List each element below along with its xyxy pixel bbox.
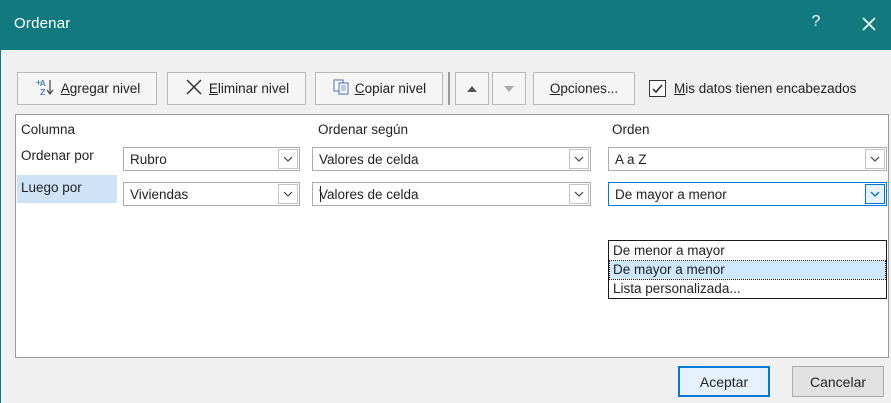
column-header-sort-on: Ordenar según <box>318 122 409 137</box>
chevron-down-icon[interactable] <box>569 149 589 169</box>
close-button[interactable] <box>856 11 882 37</box>
row2-sort-on-select[interactable]: Valores de celda <box>312 182 591 206</box>
dropdown-option-ascending[interactable]: De menor a mayor <box>610 242 885 260</box>
copy-level-button[interactable]: Copiar nivel <box>315 72 443 105</box>
copy-icon <box>332 78 350 99</box>
move-up-button[interactable] <box>455 72 489 105</box>
row2-column-select[interactable]: Viviendas <box>123 182 300 206</box>
dropdown-option-descending[interactable]: De mayor a menor <box>609 260 886 280</box>
svg-text:Z: Z <box>40 88 46 97</box>
chevron-down-icon[interactable] <box>865 184 885 204</box>
column-header-column: Columna <box>21 122 76 137</box>
arrow-up-icon <box>467 85 477 92</box>
column-header-order: Orden <box>612 122 650 137</box>
options-button[interactable]: Opciones... <box>533 72 635 105</box>
help-button[interactable]: ? <box>806 13 826 31</box>
ok-button[interactable]: Aceptar <box>678 366 770 397</box>
dialog-title: Ordenar <box>14 15 71 32</box>
add-level-icon: + A Z <box>34 77 56 100</box>
chevron-down-icon[interactable] <box>278 184 298 204</box>
chevron-down-icon[interactable] <box>278 149 298 169</box>
checkmark-icon <box>652 84 663 93</box>
row1-sort-on-select[interactable]: Valores de celda <box>312 147 591 171</box>
row1-order-select[interactable]: A a Z <box>608 147 887 171</box>
cancel-button[interactable]: Cancelar <box>792 366 884 397</box>
add-level-button[interactable]: + A Z Agregar nivel <box>17 72 157 105</box>
close-icon <box>862 17 876 31</box>
svg-text:A: A <box>40 79 46 88</box>
has-headers-checkbox[interactable]: Mis datos tienen encabezados <box>649 76 856 100</box>
row-label-sort-by: Ordenar por <box>21 148 94 163</box>
arrow-down-icon <box>504 85 514 92</box>
move-down-button[interactable] <box>492 72 526 105</box>
order-dropdown-list: De menor a mayor De mayor a menor Lista … <box>608 240 887 299</box>
row-label-then-by: Luego por <box>17 175 117 203</box>
title-bar: Ordenar ? <box>0 0 891 50</box>
delete-level-button[interactable]: Eliminar nivel <box>167 72 306 105</box>
row1-column-select[interactable]: Rubro <box>123 147 300 171</box>
dropdown-option-custom-list[interactable]: Lista personalizada... <box>610 280 885 298</box>
chevron-down-icon[interactable] <box>865 149 885 169</box>
toolbar-separator <box>448 72 450 105</box>
chevron-down-icon[interactable] <box>569 184 589 204</box>
row2-order-select[interactable]: De mayor a menor <box>608 182 887 206</box>
checkbox-box[interactable] <box>649 79 666 97</box>
delete-x-icon <box>184 78 204 99</box>
